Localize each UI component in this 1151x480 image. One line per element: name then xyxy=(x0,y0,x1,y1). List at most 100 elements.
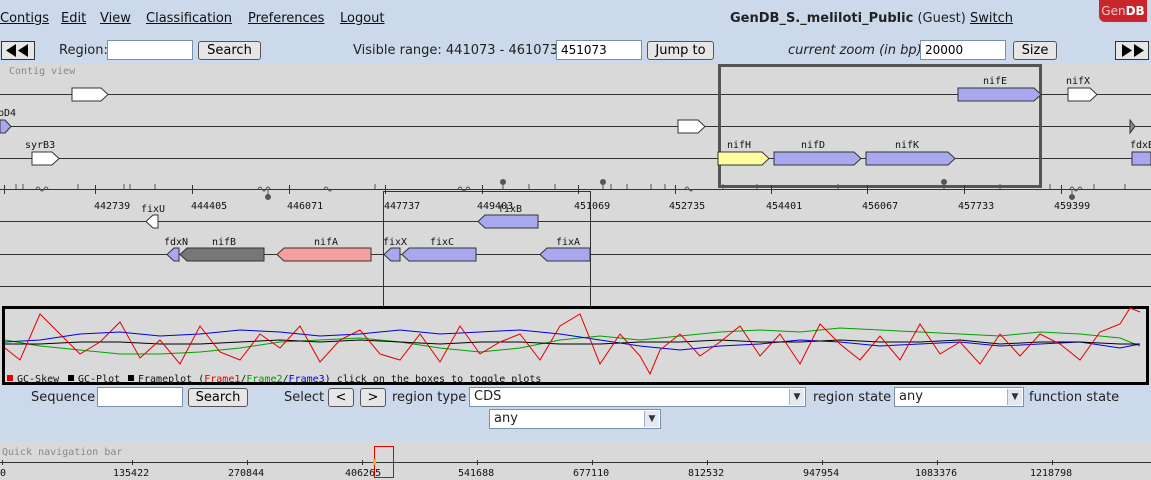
quick-nav-label: 406265 xyxy=(345,468,381,479)
region-type-value: CDS xyxy=(474,389,502,404)
function-state-label: function state xyxy=(1029,390,1120,405)
position-input[interactable] xyxy=(556,40,642,60)
select-prev-button[interactable]: < xyxy=(328,388,354,407)
scale-label: 454401 xyxy=(766,201,802,212)
contig-view[interactable]: Contig view nifE nifX bD4 syrB3 nifH nif… xyxy=(0,64,1151,386)
gene-fixX[interactable] xyxy=(383,247,401,262)
gene-unnamed-3[interactable] xyxy=(1129,118,1136,135)
gene-label-nifA: nifA xyxy=(314,237,338,248)
gene-nifK[interactable] xyxy=(865,151,956,166)
visible-range-label: Visible range: 441073 - 461073 xyxy=(353,43,559,58)
gene-bD4[interactable] xyxy=(0,119,12,134)
gene-label-bD4: bD4 xyxy=(0,108,16,119)
legend-box-skew[interactable] xyxy=(7,375,13,381)
quick-nav-svg: Quick navigation bar 0 135422 270844 406… xyxy=(0,446,1151,479)
menu-preferences[interactable]: Preferences xyxy=(248,11,324,26)
quick-nav-label: 541688 xyxy=(458,468,494,479)
gene-unnamed-2[interactable] xyxy=(677,119,706,134)
select-label: Select xyxy=(284,390,325,405)
project-name: GenDB_S._meliloti_Public xyxy=(730,11,914,26)
quick-nav-label: 1218798 xyxy=(1030,468,1072,479)
scale-label: 459399 xyxy=(1054,201,1090,212)
project-info: GenDB_S._meliloti_Public (Guest) xyxy=(730,11,966,26)
quick-nav-label: 677110 xyxy=(573,468,609,479)
scale-label: 451069 xyxy=(574,201,610,212)
menu-bar: Contigs Edit View Classification Prefere… xyxy=(0,0,1151,38)
gene-label-fixU: fixU xyxy=(141,204,165,215)
menu-logout[interactable]: Logout xyxy=(340,11,385,26)
gene-label-fixC: fixC xyxy=(430,237,454,248)
legend-box-gc[interactable] xyxy=(68,375,74,381)
function-state-select[interactable]: any ▼ xyxy=(489,409,661,429)
gene-fixC[interactable] xyxy=(401,247,477,262)
gene-label-syrB3: syrB3 xyxy=(25,140,55,151)
gene-nifH[interactable] xyxy=(717,151,770,166)
sequence-search-button[interactable]: Search xyxy=(188,388,248,407)
gene-label-fixA: fixA xyxy=(556,237,580,248)
chevron-down-icon: ▼ xyxy=(1007,389,1022,405)
gene-label-nifE: nifE xyxy=(983,76,1007,87)
gene-label-nifX: nifX xyxy=(1066,76,1090,87)
user-name: (Guest) xyxy=(917,11,966,26)
scroll-left-button[interactable] xyxy=(1,41,35,60)
sequence-input[interactable] xyxy=(97,387,183,407)
contig-view-svg: Contig view nifE nifX bD4 syrB3 nifH nif… xyxy=(0,64,1151,385)
scale-label: 442739 xyxy=(94,201,130,212)
gene-label-nifH: nifH xyxy=(727,140,751,151)
gene-fixB[interactable] xyxy=(477,214,539,229)
legend-box-frameplot[interactable] xyxy=(128,375,134,381)
select-next-button[interactable]: > xyxy=(360,388,386,407)
zoom-input[interactable] xyxy=(920,40,1006,60)
legend-frameplot: Frameplot (Frame1/Frame2/Frame3) click o… xyxy=(138,374,541,385)
quick-nav-label: 812532 xyxy=(688,468,724,479)
gene-nifB[interactable] xyxy=(179,247,265,262)
quick-nav-label: 270844 xyxy=(228,468,264,479)
region-search-bar: Sequence Search Select < > region type C… xyxy=(0,386,1151,438)
function-state-value: any xyxy=(494,411,518,426)
gene-nifD[interactable] xyxy=(773,151,862,166)
quick-navigation-bar[interactable]: Quick navigation bar 0 135422 270844 406… xyxy=(0,441,1151,480)
sequence-label: Sequence xyxy=(31,390,96,405)
gene-unnamed-1[interactable] xyxy=(71,87,109,102)
gene-nifE[interactable] xyxy=(957,87,1042,102)
menu-classification[interactable]: Classification xyxy=(146,11,232,26)
plot-panel[interactable] xyxy=(2,306,1149,385)
double-left-arrow-icon xyxy=(6,44,28,57)
contig-view-title: Contig view xyxy=(9,66,76,77)
gene-fixA[interactable] xyxy=(539,247,591,262)
scale-label: 452735 xyxy=(669,201,705,212)
double-right-arrow-icon xyxy=(1122,44,1144,57)
scroll-right-button[interactable] xyxy=(1115,41,1149,60)
quick-nav-label: 135422 xyxy=(113,468,149,479)
gene-label-fdxN: fdxN xyxy=(164,237,188,248)
gene-fixU[interactable] xyxy=(145,214,159,229)
gene-fdxN[interactable] xyxy=(166,247,180,262)
quick-nav-label: 1083376 xyxy=(915,468,957,479)
gene-nifA[interactable] xyxy=(276,247,372,262)
size-button[interactable]: Size xyxy=(1013,41,1057,60)
scale-label: 446071 xyxy=(287,201,323,212)
gene-syrB3[interactable] xyxy=(31,151,60,166)
switch-link[interactable]: Switch xyxy=(970,11,1013,26)
menu-view[interactable]: View xyxy=(100,11,131,26)
gene-fdxB[interactable] xyxy=(1131,151,1151,166)
quick-nav-marker xyxy=(373,459,376,465)
navigation-toolbar: Region: Search Visible range: 441073 - 4… xyxy=(0,38,1151,64)
region-input[interactable] xyxy=(107,40,193,60)
menu-contigs[interactable]: Contigs xyxy=(0,11,49,26)
scale-label: 457733 xyxy=(958,201,994,212)
zoom-label: current zoom (in bp): xyxy=(788,43,927,58)
quick-nav-label: 947954 xyxy=(803,468,839,479)
region-type-select[interactable]: CDS ▼ xyxy=(469,387,806,407)
region-state-select[interactable]: any ▼ xyxy=(894,387,1024,407)
gene-nifX[interactable] xyxy=(1067,87,1098,102)
gendb-logo: GenDB xyxy=(1099,0,1147,22)
gene-label-fdxB: fdxB xyxy=(1130,140,1151,151)
region-search-button[interactable]: Search xyxy=(198,41,261,60)
quick-nav-title: Quick navigation bar xyxy=(2,447,122,458)
region-label: Region: xyxy=(59,43,108,58)
gene-label-nifB: nifB xyxy=(212,237,236,248)
menu-edit[interactable]: Edit xyxy=(61,11,86,26)
jump-to-button[interactable]: Jump to xyxy=(647,41,714,60)
region-type-label: region type xyxy=(392,390,467,405)
